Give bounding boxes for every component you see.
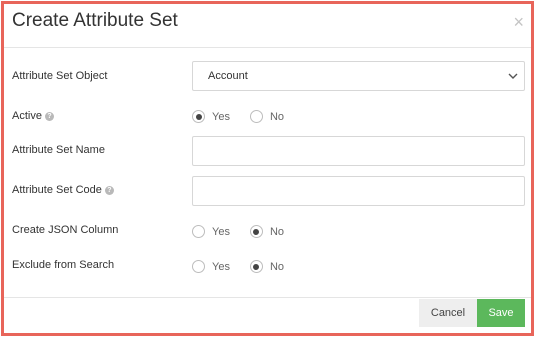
json-column-radio-group: Yes No xyxy=(192,225,297,238)
close-icon[interactable]: × xyxy=(513,13,524,31)
code-row: Attribute Set Code ? xyxy=(4,176,531,208)
object-label-text: Attribute Set Object xyxy=(12,70,108,82)
json-column-label-text: Create JSON Column xyxy=(12,224,119,236)
active-yes-label: Yes xyxy=(212,110,230,123)
json-column-row: Create JSON Column Yes No xyxy=(4,222,531,242)
json-column-label: Create JSON Column xyxy=(12,224,118,236)
exclude-search-yes-radio[interactable] xyxy=(192,260,205,273)
exclude-search-yes-label: Yes xyxy=(212,260,230,273)
exclude-search-radio-group: Yes No xyxy=(192,260,297,273)
json-column-no-label: No xyxy=(269,225,285,238)
active-yes-option[interactable]: Yes xyxy=(192,110,230,123)
active-no-radio[interactable] xyxy=(249,110,263,123)
modal-header: Create Attribute Set × xyxy=(4,4,531,48)
exclude-search-no-label: No xyxy=(269,260,285,273)
active-no-label: No xyxy=(269,110,285,123)
code-label: Attribute Set Code ? xyxy=(12,184,114,196)
save-button[interactable]: Save xyxy=(477,299,525,327)
exclude-search-no-radio[interactable] xyxy=(249,260,263,273)
json-column-yes-option[interactable]: Yes xyxy=(192,225,230,238)
exclude-search-label-text: Exclude from Search xyxy=(12,259,115,271)
json-column-no-option[interactable]: No xyxy=(249,225,285,238)
active-row: Active ? Yes No xyxy=(4,107,531,127)
modal-footer: Cancel Save xyxy=(4,297,531,333)
exclude-search-row: Exclude from Search Yes No xyxy=(4,257,531,277)
json-column-yes-label: Yes xyxy=(212,225,230,238)
active-no-option[interactable]: No xyxy=(249,110,285,123)
active-label-text: Active xyxy=(12,110,42,122)
attribute-set-object-select[interactable]: Account xyxy=(192,61,525,91)
name-row: Attribute Set Name xyxy=(4,136,531,168)
object-selected-value: Account xyxy=(208,70,248,82)
name-label: Attribute Set Name xyxy=(12,144,105,156)
help-icon[interactable]: ? xyxy=(104,185,114,195)
exclude-search-no-option[interactable]: No xyxy=(249,260,285,273)
exclude-search-yes-option[interactable]: Yes xyxy=(192,260,230,273)
create-attribute-set-modal: Create Attribute Set × Attribute Set Obj… xyxy=(4,4,531,333)
object-row: Attribute Set Object Account xyxy=(4,61,531,93)
json-column-no-radio[interactable] xyxy=(249,225,263,238)
active-radio-group: Yes No xyxy=(192,110,297,123)
attribute-set-code-input[interactable] xyxy=(192,176,525,206)
modal-title: Create Attribute Set xyxy=(12,10,178,31)
exclude-search-label: Exclude from Search xyxy=(12,259,114,271)
json-column-yes-radio[interactable] xyxy=(192,225,205,238)
help-icon[interactable]: ? xyxy=(44,111,54,121)
attribute-set-name-input[interactable] xyxy=(192,136,525,166)
active-label: Active ? xyxy=(12,110,54,122)
active-yes-radio[interactable] xyxy=(192,110,205,123)
name-label-text: Attribute Set Name xyxy=(12,144,105,156)
code-label-text: Attribute Set Code xyxy=(12,184,102,196)
cancel-button[interactable]: Cancel xyxy=(419,299,477,327)
object-label: Attribute Set Object xyxy=(12,70,107,82)
chevron-down-icon xyxy=(508,73,518,79)
